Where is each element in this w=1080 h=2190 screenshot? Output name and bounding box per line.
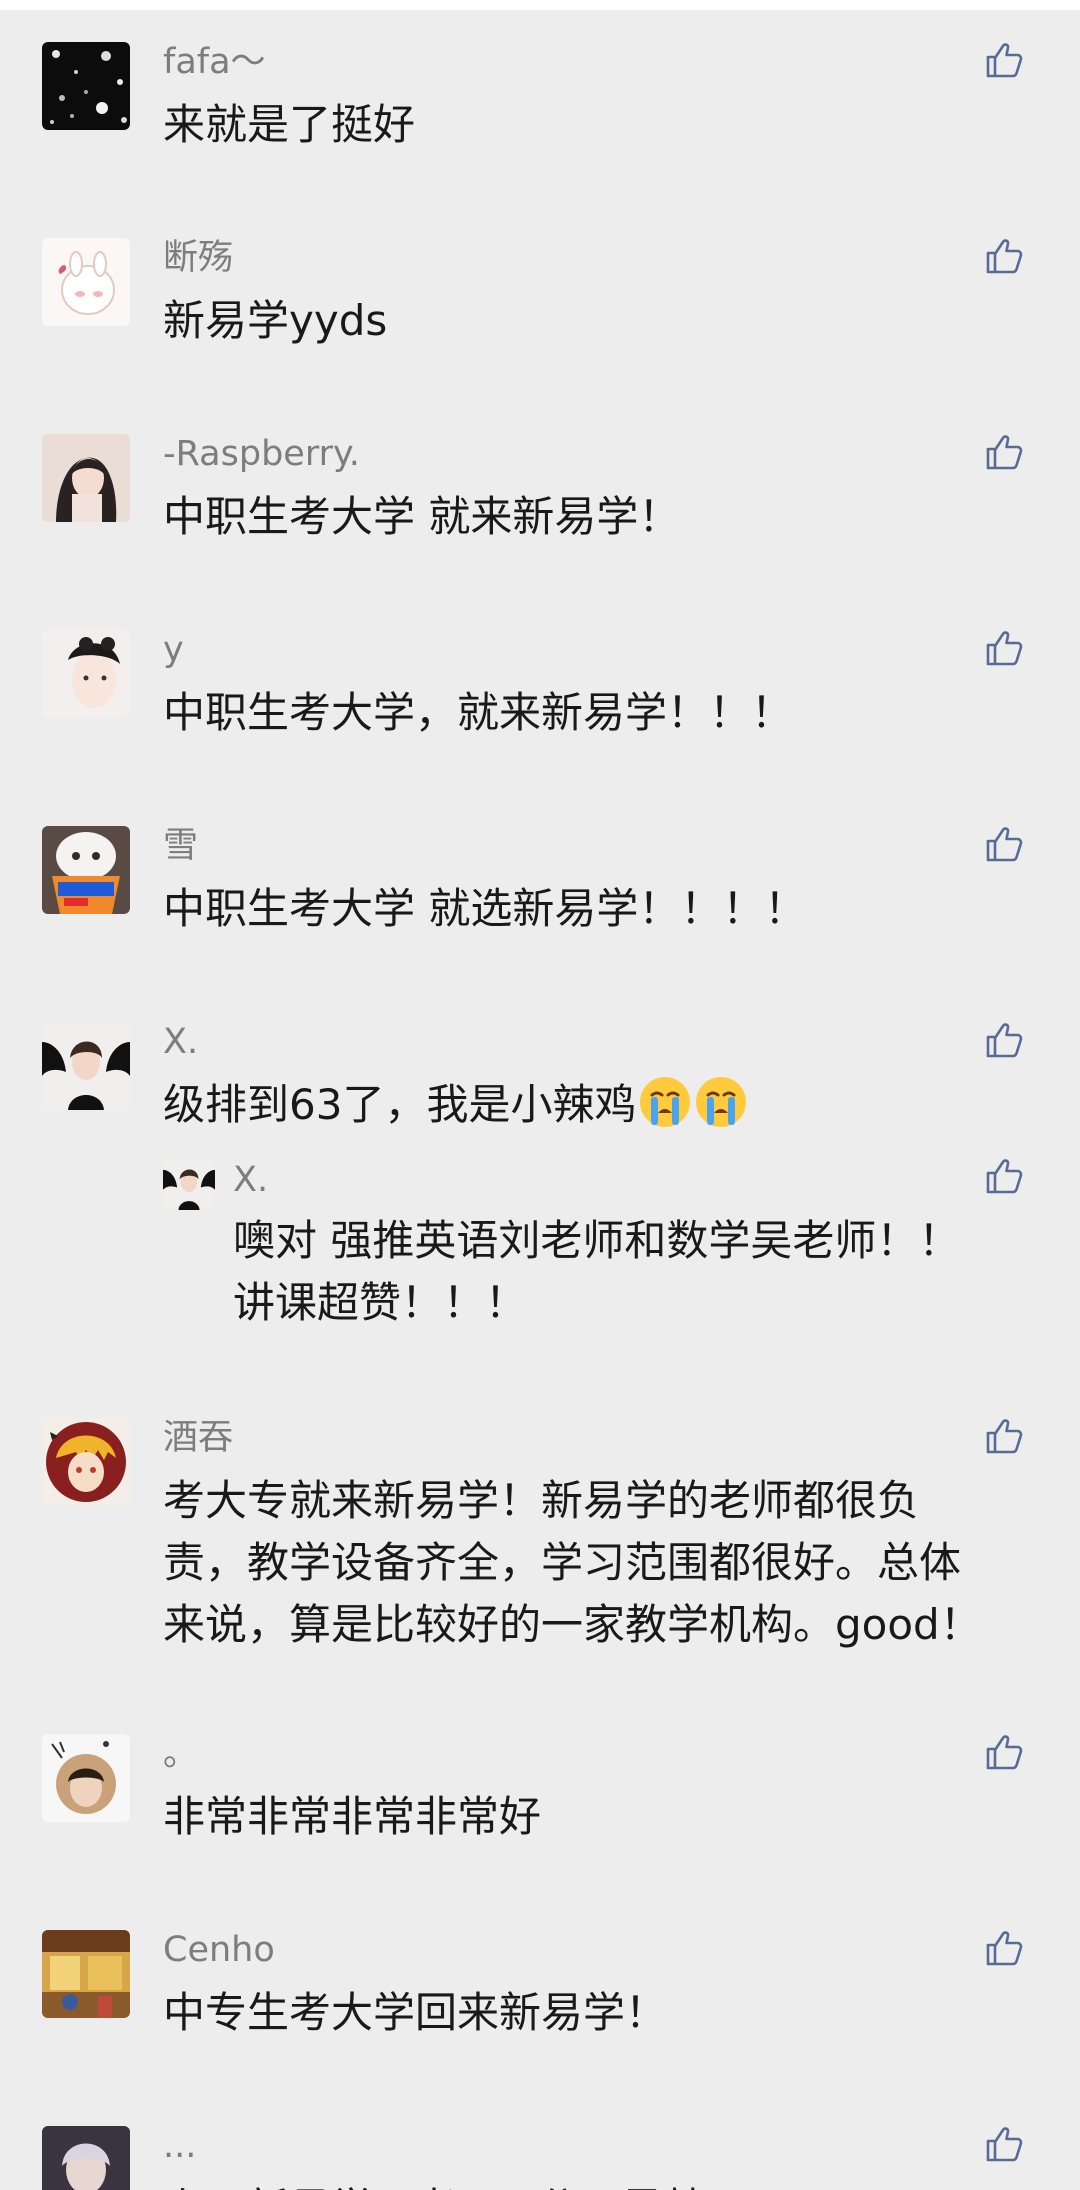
comment-text: 中职生考大学 就来新易学！ [163, 492, 681, 541]
thumbs-up-icon[interactable] [982, 1414, 1026, 1458]
comment-text: 新易学yyds [163, 296, 388, 345]
avatar[interactable] [42, 1022, 130, 1110]
comment-page: fafa～ 来就是了挺好 断殇 新易学yyds -Raspberry. 中职生考… [0, 0, 1080, 2190]
comment-text: 考大专就来新易学！新易学的老师都很负 责，教学设备齐全，学习范围都很好。总体 来… [163, 1476, 982, 1649]
comment-nickname[interactable]: 雪 [163, 824, 198, 868]
avatar[interactable] [42, 238, 130, 326]
comment-text: 级排到63了，我是小辣鸡 [163, 1074, 1013, 1136]
comment-nickname[interactable]: y [163, 628, 184, 672]
comment-text: 中职生考大学 就选新易学！！！！ [163, 884, 807, 933]
thumbs-up-icon[interactable] [982, 430, 1026, 474]
avatar[interactable] [42, 1930, 130, 2018]
thumbs-up-icon[interactable] [982, 626, 1026, 670]
comment-text: 非常非常非常非常好 [163, 1792, 542, 1841]
avatar[interactable] [42, 2126, 130, 2190]
comment-nickname[interactable]: fafa～ [163, 40, 266, 84]
comment-nickname[interactable]: 。 [163, 1732, 198, 1776]
crying-face-emoji [638, 1075, 692, 1129]
top-bar [0, 0, 1080, 10]
comment-nickname[interactable]: -Raspberry. [163, 432, 360, 476]
comment-text: 来就是了挺好 [163, 100, 416, 149]
comment-nickname[interactable]: Cenho [163, 1928, 275, 1972]
comment-nickname[interactable]: 断殇 [163, 236, 233, 280]
comment-text: 中职生考大学，就来新易学！！！ [163, 688, 794, 737]
reply-text: 噢对 强推英语刘老师和数学吴老师！！ 讲课超赞！！！ [233, 1216, 961, 1327]
avatar[interactable] [42, 1418, 130, 1506]
avatar[interactable] [42, 826, 130, 914]
reply-nickname[interactable]: X. [233, 1158, 268, 1202]
comment-text: 中专生考大学回来新易学！ [163, 1988, 668, 2037]
thumbs-up-icon[interactable] [982, 1730, 1026, 1774]
crying-face-emoji [694, 1075, 748, 1129]
comment-nickname[interactable]: ... [163, 2124, 196, 2168]
avatar[interactable] [42, 630, 130, 718]
thumbs-up-icon[interactable] [982, 234, 1026, 278]
thumbs-up-icon[interactable] [982, 38, 1026, 82]
thumbs-up-icon[interactable] [982, 2122, 1026, 2166]
comment-text-content: 级排到63了，我是小辣鸡 [163, 1080, 637, 1129]
comment-nickname[interactable]: X. [163, 1020, 198, 1064]
avatar[interactable] [42, 434, 130, 522]
thumbs-up-icon[interactable] [982, 1926, 1026, 1970]
thumbs-up-icon[interactable] [982, 1018, 1026, 1062]
comment-nickname[interactable]: 酒吞 [163, 1416, 233, 1460]
comment-text: 上了新易学，考300分不是梦 [163, 2178, 1013, 2190]
avatar[interactable] [163, 1158, 215, 1210]
thumbs-up-icon[interactable] [982, 822, 1026, 866]
thumbs-up-icon[interactable] [982, 1154, 1026, 1198]
avatar[interactable] [42, 1734, 130, 1822]
avatar[interactable] [42, 42, 130, 130]
